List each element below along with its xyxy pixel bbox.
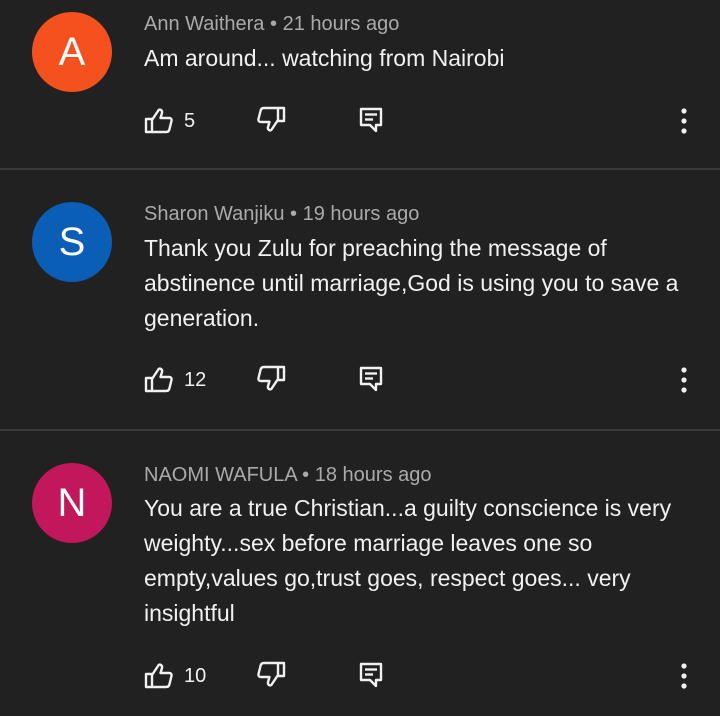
thumbs-up-icon (144, 107, 174, 135)
meta-separator: • (290, 203, 298, 225)
author-name[interactable]: Ann Waithera (144, 13, 264, 35)
meta-separator: • (302, 464, 310, 486)
comment-text: You are a true Christian...a guilty cons… (144, 495, 672, 626)
more-vert-icon (672, 108, 696, 141)
comment-item: A Ann Waithera • 21 hours ago Am around.… (0, 0, 720, 168)
comment-meta: Sharon Wanjiku • 19 hours ago (144, 203, 419, 226)
meta-separator: • (270, 13, 278, 35)
dislike-button[interactable] (256, 105, 286, 133)
comment-actions: 5 (0, 101, 720, 141)
more-options-button[interactable] (672, 364, 696, 396)
comment-meta: Ann Waithera • 21 hours ago (144, 13, 399, 36)
thumbs-up-icon (144, 662, 174, 690)
comment-text: Thank you Zulu for preaching the message… (144, 235, 679, 331)
more-options-button[interactable] (672, 660, 696, 692)
avatar[interactable]: A (32, 12, 112, 92)
comment-time[interactable]: 19 hours ago (303, 203, 420, 225)
reply-button[interactable] (358, 107, 384, 133)
avatar[interactable]: N (32, 463, 112, 543)
comment-actions: 10 (0, 656, 720, 696)
avatar-letter: N (57, 480, 87, 525)
like-count: 10 (184, 664, 207, 687)
avatar[interactable]: S (32, 202, 112, 282)
dislike-button[interactable] (256, 660, 286, 688)
dislike-button[interactable] (256, 364, 286, 392)
avatar-letter: S (58, 219, 86, 264)
like-button[interactable]: 5 (144, 101, 195, 141)
like-count: 12 (184, 368, 207, 391)
reply-icon (358, 662, 384, 688)
thumbs-down-icon (256, 660, 286, 688)
comment-item: S Sharon Wanjiku • 19 hours ago Thank yo… (0, 170, 720, 429)
reply-button[interactable] (358, 366, 384, 392)
thumbs-down-icon (256, 105, 286, 133)
comment-actions: 12 (0, 360, 720, 400)
thumbs-up-icon (144, 366, 174, 394)
reply-button[interactable] (358, 662, 384, 688)
like-button[interactable]: 10 (144, 656, 206, 696)
author-name[interactable]: NAOMI WAFULA (144, 464, 297, 486)
comment-time[interactable]: 18 hours ago (315, 464, 432, 486)
reply-icon (358, 366, 384, 392)
more-vert-icon (672, 367, 696, 400)
comment-item: N NAOMI WAFULA • 18 hours ago You are a … (0, 431, 720, 716)
comment-meta: NAOMI WAFULA • 18 hours ago (144, 464, 432, 487)
more-vert-icon (672, 663, 696, 696)
reply-icon (358, 107, 384, 133)
avatar-letter: A (58, 29, 86, 74)
more-options-button[interactable] (672, 105, 696, 137)
comment-time[interactable]: 21 hours ago (283, 13, 400, 35)
comment-text: Am around... watching from Nairobi (144, 45, 505, 71)
thumbs-down-icon (256, 364, 286, 392)
like-count: 5 (184, 109, 196, 132)
like-button[interactable]: 12 (144, 360, 206, 400)
author-name[interactable]: Sharon Wanjiku (144, 203, 284, 225)
